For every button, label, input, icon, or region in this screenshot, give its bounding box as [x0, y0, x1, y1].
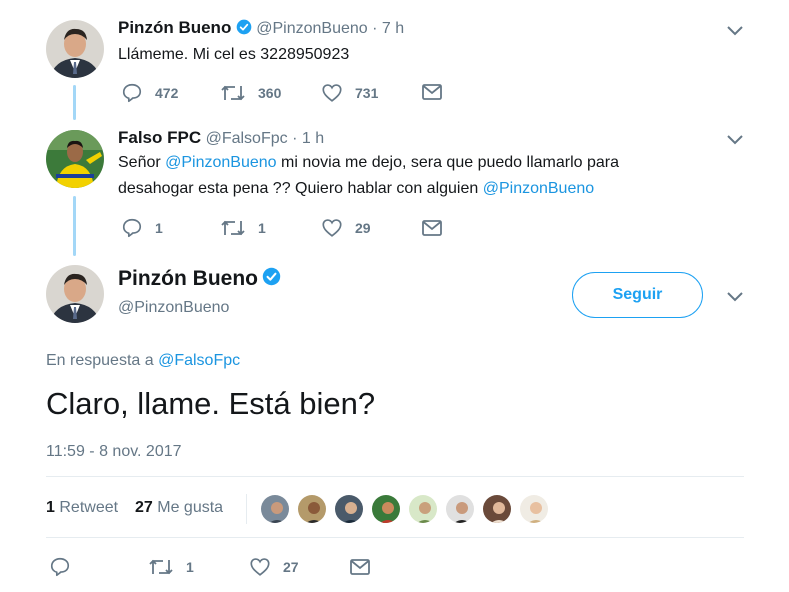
reply-button[interactable] [49, 556, 71, 578]
retweet-count: 1 [186, 559, 194, 575]
retweet-button[interactable]: 1 [148, 556, 194, 578]
like-button[interactable]: 731 [321, 82, 378, 104]
liker-avatar[interactable] [296, 493, 328, 525]
liker-avatar[interactable] [370, 493, 402, 525]
like-count: 29 [355, 220, 371, 236]
follow-button[interactable]: Seguir [572, 272, 703, 318]
reply-icon [122, 83, 142, 103]
author-handle[interactable]: @PinzonBueno [118, 299, 229, 317]
like-count: 731 [355, 85, 379, 101]
like-stat-label: Me gusta [157, 499, 224, 516]
heart-icon [250, 558, 270, 576]
retweet-count: 360 [258, 85, 282, 101]
envelope-icon [422, 84, 442, 100]
author-handle[interactable]: @FalsoFpc [206, 130, 288, 147]
envelope-icon [350, 559, 370, 575]
retweet-count: 1 [258, 220, 266, 236]
avatar-falso-fpc[interactable] [46, 130, 104, 188]
like-stat[interactable]: 27 Me gusta [135, 499, 223, 517]
tweet-timestamp[interactable]: 11:59 - 8 nov. 2017 [46, 443, 182, 461]
like-button[interactable]: 27 [249, 556, 299, 578]
author-name[interactable]: Pinzón Bueno [118, 18, 231, 37]
reply-context-label: En respuesta a [46, 352, 159, 369]
verified-badge-icon [236, 19, 252, 40]
chevron-down-icon[interactable] [726, 134, 744, 146]
thread-line [73, 196, 76, 256]
text-segment: mi novia me dejo, sera que puedo llamarl… [276, 154, 619, 171]
mention-link[interactable]: @PinzonBueno [165, 154, 276, 171]
avatar-pinzon-bueno[interactable] [46, 265, 104, 323]
tweet-time[interactable]: · 7 h [372, 20, 404, 37]
retweet-stat[interactable]: 1 Retweet [46, 499, 118, 517]
author-name[interactable]: Falso FPC [118, 128, 201, 147]
stats-separator [246, 494, 247, 524]
reply-to-link[interactable]: @FalsoFpc [158, 352, 240, 369]
heart-icon [322, 219, 342, 237]
reply-icon [50, 557, 70, 577]
tweet-text: Claro, llame. Está bien? [46, 386, 376, 421]
retweet-icon [149, 559, 173, 575]
mention-link[interactable]: @PinzonBueno [483, 180, 594, 197]
reply-button[interactable]: 1 [121, 217, 163, 239]
like-stat-count: 27 [135, 499, 153, 516]
divider [46, 537, 744, 538]
retweet-icon [221, 220, 245, 236]
liker-avatar[interactable] [518, 493, 550, 525]
chevron-down-icon[interactable] [726, 291, 744, 303]
direct-message-button[interactable] [422, 84, 442, 100]
envelope-icon [422, 220, 442, 236]
liker-avatar[interactable] [333, 493, 365, 525]
like-count: 27 [283, 559, 299, 575]
reply-context: En respuesta a @FalsoFpc [46, 352, 240, 370]
divider [46, 476, 744, 477]
retweet-button[interactable]: 360 [220, 82, 281, 104]
reply-button[interactable]: 472 [121, 82, 178, 104]
retweet-stat-count: 1 [46, 499, 55, 516]
like-button[interactable]: 29 [321, 217, 371, 239]
tweet-text: Señor @PinzonBueno mi novia me dejo, ser… [118, 150, 619, 202]
thread-line [73, 85, 76, 120]
retweet-stat-label: Retweet [59, 499, 119, 516]
liker-avatar[interactable] [444, 493, 476, 525]
direct-message-button[interactable] [422, 220, 442, 236]
text-segment: desahogar esta pena ?? Quiero hablar con… [118, 180, 483, 197]
reply-count: 1 [155, 220, 163, 236]
retweet-icon [221, 85, 245, 101]
avatar-pinzon-bueno[interactable] [46, 20, 104, 78]
liker-avatar[interactable] [481, 493, 513, 525]
tweet-time[interactable]: · 1 h [292, 130, 324, 147]
author-name[interactable]: Pinzón Bueno [118, 267, 258, 290]
direct-message-button[interactable] [350, 559, 370, 575]
retweet-button[interactable]: 1 [220, 217, 266, 239]
reply-count: 472 [155, 85, 179, 101]
heart-icon [322, 84, 342, 102]
chevron-down-icon[interactable] [726, 25, 744, 37]
author-handle[interactable]: @PinzonBueno [256, 20, 367, 37]
liker-avatar[interactable] [259, 493, 291, 525]
reply-icon [122, 218, 142, 238]
tweet-text: Llámeme. Mi cel es 3228950923 [118, 46, 350, 63]
liker-avatar[interactable] [407, 493, 439, 525]
verified-badge-icon [262, 267, 281, 291]
text-segment: Señor [118, 154, 166, 171]
